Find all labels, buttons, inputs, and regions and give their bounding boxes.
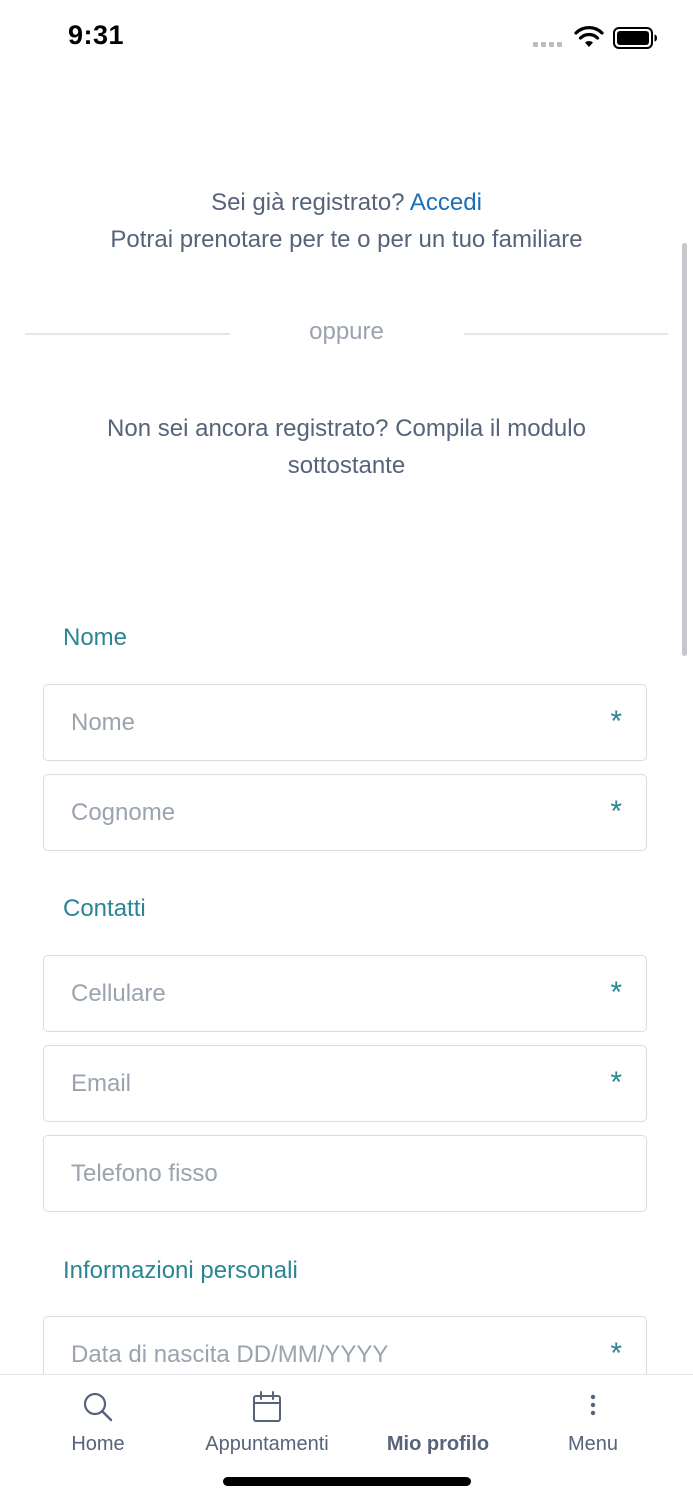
cognome-placeholder: Cognome — [71, 799, 176, 826]
cellulare-field[interactable]: Cellulare * — [43, 955, 647, 1032]
required-marker: * — [610, 1066, 622, 1099]
cognome-field[interactable]: Cognome * — [43, 774, 647, 851]
tab-home-label: Home — [71, 1433, 125, 1455]
calendar-icon — [253, 1391, 281, 1422]
tab-appuntamenti[interactable]: Appuntamenti — [187, 1375, 347, 1465]
divider-label: oppure — [309, 318, 384, 345]
search-icon — [83, 1392, 113, 1422]
tab-menu-label: Menu — [567, 1433, 619, 1455]
nome-placeholder: Nome — [71, 709, 136, 736]
battery-icon — [613, 27, 657, 49]
data-nascita-placeholder: Data di nascita DD/MM/YYYY — [71, 1341, 389, 1368]
intro-subtitle: Potrai prenotare per te o per un tuo fam… — [110, 226, 583, 253]
scrollbar[interactable] — [682, 243, 687, 656]
section-title-informazioni: Informazioni personali — [63, 1257, 298, 1284]
tab-menu[interactable]: Menu — [523, 1375, 663, 1465]
tab-mio-profilo-label: Mio profilo — [386, 1433, 490, 1455]
status-bar: 9:31 — [0, 0, 693, 76]
wifi-icon — [574, 26, 604, 47]
telefono-fisso-placeholder: Telefono fisso — [71, 1160, 218, 1187]
telefono-fisso-field[interactable]: Telefono fisso — [43, 1135, 647, 1212]
register-prompt: Non sei ancora registrato? Compila il mo… — [107, 415, 586, 479]
tab-appuntamenti-label: Appuntamenti — [205, 1433, 329, 1455]
home-indicator — [223, 1477, 471, 1486]
email-placeholder: Email — [71, 1070, 132, 1097]
already-registered-line: Sei già registrato? Accedi — [0, 189, 693, 217]
nome-field[interactable]: Nome * — [43, 684, 647, 761]
required-marker: * — [610, 976, 622, 1009]
required-marker: * — [610, 795, 622, 828]
required-marker: * — [610, 1337, 622, 1370]
section-title-nome: Nome — [63, 624, 128, 651]
tab-mio-profilo[interactable]: Mio profilo — [368, 1375, 508, 1465]
cellulare-placeholder: Cellulare — [71, 980, 166, 1007]
email-field[interactable]: Email * — [43, 1045, 647, 1122]
already-registered-text: Sei già registrato? — [211, 189, 405, 216]
section-title-contatti: Contatti — [63, 895, 146, 922]
tab-home[interactable]: Home — [28, 1375, 168, 1465]
divider-line-right — [464, 333, 668, 335]
required-marker: * — [610, 705, 622, 738]
signal-icon — [533, 42, 562, 47]
status-time: 9:31 — [68, 20, 125, 50]
login-link[interactable]: Accedi — [410, 189, 482, 216]
more-vertical-icon — [590, 1394, 596, 1416]
